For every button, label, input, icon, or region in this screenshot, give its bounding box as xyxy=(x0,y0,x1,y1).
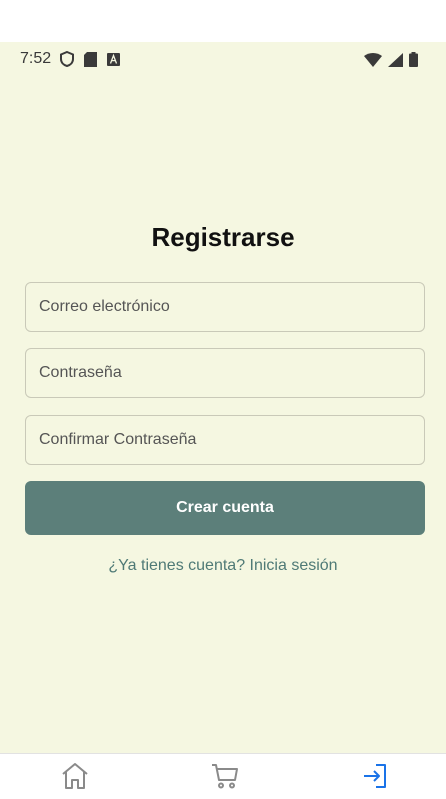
top-strip xyxy=(0,0,446,43)
home-icon xyxy=(60,761,90,796)
confirm-password-field[interactable] xyxy=(25,415,425,465)
email-input[interactable] xyxy=(26,283,424,331)
status-time: 7:52 xyxy=(20,50,52,67)
page-title: Registrarse xyxy=(151,222,295,252)
sd-card-icon xyxy=(84,51,97,67)
status-right-icons xyxy=(364,52,418,67)
wifi-icon xyxy=(364,52,382,67)
app-screen: 7:52 Registrarse Correo electrónico Crea… xyxy=(0,42,446,753)
shield-icon xyxy=(60,51,74,67)
bottom-nav xyxy=(0,753,446,799)
nav-cart[interactable] xyxy=(210,763,240,793)
nav-login[interactable] xyxy=(360,763,390,793)
font-icon xyxy=(107,52,120,66)
confirm-password-input[interactable] xyxy=(26,416,424,464)
password-input[interactable] xyxy=(26,349,424,397)
status-left-icons xyxy=(60,51,120,67)
login-link[interactable]: ¿Ya tienes cuenta? Inicia sesión xyxy=(0,557,446,575)
create-account-button[interactable]: Crear cuenta xyxy=(25,481,425,535)
password-field[interactable] xyxy=(25,348,425,398)
status-bar: 7:52 xyxy=(0,42,446,78)
cell-signal-icon xyxy=(388,52,403,67)
battery-icon xyxy=(409,52,418,67)
login-icon xyxy=(360,761,390,796)
nav-home[interactable] xyxy=(60,761,90,796)
cart-icon xyxy=(210,761,240,796)
email-field[interactable] xyxy=(25,282,425,332)
